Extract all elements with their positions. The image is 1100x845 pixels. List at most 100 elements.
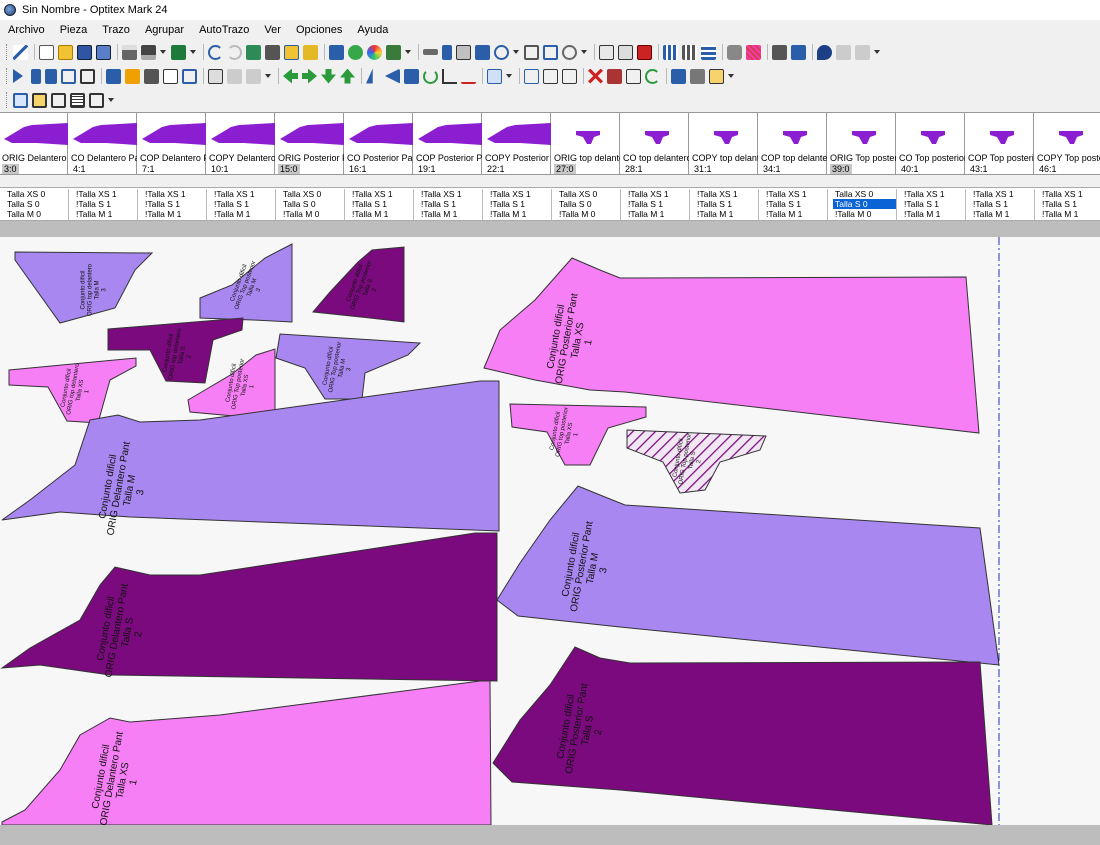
rotate-piece-icon[interactable]	[404, 68, 419, 84]
piece-orig-delantero-pant-xs[interactable]: Conjunto dificilORIG Delantero PantTalla…	[1, 680, 492, 826]
grid-lock-icon[interactable]	[682, 44, 697, 60]
piece-thumbnail[interactable]: COP Delantero Pant7:1	[138, 113, 206, 174]
piece-orig-top-posterior-m-2[interactable]: Conjunto dificilORIG Top posteriorTalla …	[275, 333, 422, 400]
close-red-icon[interactable]	[588, 68, 603, 84]
size-entry[interactable]: Talla S 0	[833, 199, 896, 209]
piece-view-icon[interactable]	[599, 44, 614, 60]
chevron-down-icon[interactable]	[581, 50, 587, 54]
folder-open-icon[interactable]	[303, 44, 318, 60]
disabled-tool-icon[interactable]	[836, 44, 851, 60]
piece-thumbnail[interactable]: CO Posterior Pant_16:1	[345, 113, 413, 174]
piece-thumbnail[interactable]: ORIG Posterior Pant15:0	[276, 113, 344, 174]
size-entry[interactable]: !Talla S 1	[626, 199, 689, 209]
size-entry[interactable]: !Talla S 1	[695, 199, 758, 209]
piece-thumbnail[interactable]: COP Posterior Pant19:1	[414, 113, 482, 174]
size-entry[interactable]: !Talla M 1	[143, 209, 206, 219]
size-entry[interactable]: !Talla S 1	[419, 199, 482, 209]
piece-thumbnail[interactable]: ORIG Delantero Pant3:0	[0, 113, 68, 174]
size-entry[interactable]: Talla XS 0	[5, 189, 68, 199]
piece-orig-posterior-pant-m[interactable]: Conjunto dificilORIG Posterior PantTalla…	[496, 485, 1000, 666]
piece-thumbnail[interactable]: ORIG Top posterior39:0	[828, 113, 896, 174]
spread-icon[interactable]	[487, 68, 502, 84]
piece-thumbnail[interactable]: COPY top delantero31:1	[690, 113, 758, 174]
fit-icon[interactable]	[543, 44, 558, 60]
size-entry[interactable]: !Talla S 1	[350, 199, 413, 209]
move-right-icon[interactable]	[302, 68, 317, 84]
refresh-icon[interactable]	[645, 68, 660, 84]
copy-piece-icon[interactable]	[618, 44, 633, 60]
piece-thumbnail[interactable]: COP Top posterior43:1	[966, 113, 1034, 174]
print-icon[interactable]	[122, 44, 137, 60]
chevron-down-icon[interactable]	[874, 50, 880, 54]
paint-icon[interactable]	[144, 68, 159, 84]
report-icon[interactable]	[386, 44, 401, 60]
size-entry[interactable]: !Talla XS 1	[695, 189, 758, 199]
marker-canvas[interactable]: Conjunto dificil ORIG top delantero Talla …	[0, 237, 1100, 826]
fabric-icon[interactable]	[746, 44, 761, 60]
size-entry[interactable]: !Talla M 1	[626, 209, 689, 219]
piece-orig-top-delantero-s[interactable]: Conjunto dificilORIG top delanteroTalla …	[107, 317, 244, 384]
size-entry[interactable]: !Talla XS 1	[419, 189, 482, 199]
zoom-icon[interactable]	[494, 44, 509, 60]
size-entry[interactable]: !Talla S 1	[488, 199, 551, 209]
monitor-icon[interactable]	[13, 92, 28, 108]
angle-icon[interactable]	[442, 68, 457, 84]
size-entry[interactable]: !Talla M 1	[902, 209, 965, 219]
size-entry[interactable]: !Talla S 1	[971, 199, 1034, 209]
menu-pieza[interactable]: Pieza	[60, 24, 88, 36]
size-entry[interactable]: !Talla M 1	[74, 209, 137, 219]
layout-icon[interactable]	[524, 68, 539, 84]
label-icon[interactable]	[163, 68, 178, 84]
select-arrow-icon[interactable]	[13, 44, 28, 60]
piece-thumbnail[interactable]: CO top delantero_28:1	[621, 113, 689, 174]
edit-icon[interactable]	[626, 68, 641, 84]
chevron-down-icon[interactable]	[265, 74, 271, 78]
size-entry[interactable]: Talla S 0	[281, 199, 344, 209]
size-entry[interactable]: !Talla S 1	[212, 199, 275, 209]
step-icon[interactable]	[31, 68, 41, 84]
measure-icon[interactable]	[423, 49, 438, 55]
toolbar-grip[interactable]	[6, 92, 9, 108]
display-icon[interactable]	[208, 68, 223, 84]
size-entry[interactable]: !Talla M 0	[281, 209, 344, 219]
move-down-icon[interactable]	[321, 68, 336, 84]
piece-thumbnail[interactable]: COPY Posterior Pant22:1	[483, 113, 551, 174]
size-entry[interactable]: Talla S 0	[557, 199, 620, 209]
toolbar-grip[interactable]	[6, 44, 9, 60]
piece-thumbnail[interactable]: ORIG top delantero27:0	[552, 113, 620, 174]
info-icon[interactable]	[329, 44, 344, 60]
size-entry[interactable]: !Talla XS 1	[764, 189, 827, 199]
size-entry[interactable]: !Talla XS 1	[143, 189, 206, 199]
piece-orig-top-posterior-m[interactable]: Conjunto dificilORIG Top posteriorTalla …	[199, 243, 293, 323]
menu-ayuda[interactable]: Ayuda	[357, 24, 388, 36]
flip-horizontal-icon[interactable]	[366, 68, 373, 84]
table-icon[interactable]	[701, 44, 716, 60]
chevron-down-icon[interactable]	[405, 50, 411, 54]
chevron-down-icon[interactable]	[513, 50, 519, 54]
binoculars-icon[interactable]	[265, 44, 280, 60]
piece-orig-delantero-pant-s[interactable]: Conjunto dificilORIG Delantero PantTalla…	[0, 532, 498, 682]
chevron-down-icon[interactable]	[190, 50, 196, 54]
size-entry[interactable]: !Talla M 1	[1040, 209, 1100, 219]
drop-icon[interactable]	[817, 44, 832, 60]
house-icon[interactable]	[607, 68, 622, 84]
excel-export-icon[interactable]	[171, 44, 186, 60]
size-entry[interactable]: Talla M 0	[5, 209, 68, 219]
piece-thumbnail[interactable]: CO Delantero Pant4:1	[69, 113, 137, 174]
menu-autotrazo[interactable]: AutoTrazo	[199, 24, 249, 36]
chevron-down-icon[interactable]	[728, 74, 734, 78]
size-entry[interactable]: !Talla XS 1	[902, 189, 965, 199]
play-frame-icon[interactable]	[80, 68, 95, 84]
redo-icon[interactable]	[227, 44, 242, 60]
piece-orig-top-delantero-xs[interactable]: Conjunto dificilORIG top delanteroTalla …	[8, 357, 137, 424]
new-file-icon[interactable]	[39, 44, 54, 60]
piece-thumbnail[interactable]: COPY Delantero Pant10:1	[207, 113, 275, 174]
disabled-display-icon[interactable]	[227, 68, 242, 84]
save-as-icon[interactable]	[96, 44, 111, 60]
panel-view-icon[interactable]	[51, 92, 66, 108]
piece-orig-top-posterior-xs-2[interactable]: Conjunto dificilORIG top posteriorTalla …	[509, 403, 647, 466]
layout-grid-icon[interactable]	[543, 68, 558, 84]
play-icon[interactable]	[13, 69, 23, 83]
disabled-check-icon[interactable]	[246, 68, 261, 84]
menu-ver[interactable]: Ver	[264, 24, 281, 36]
